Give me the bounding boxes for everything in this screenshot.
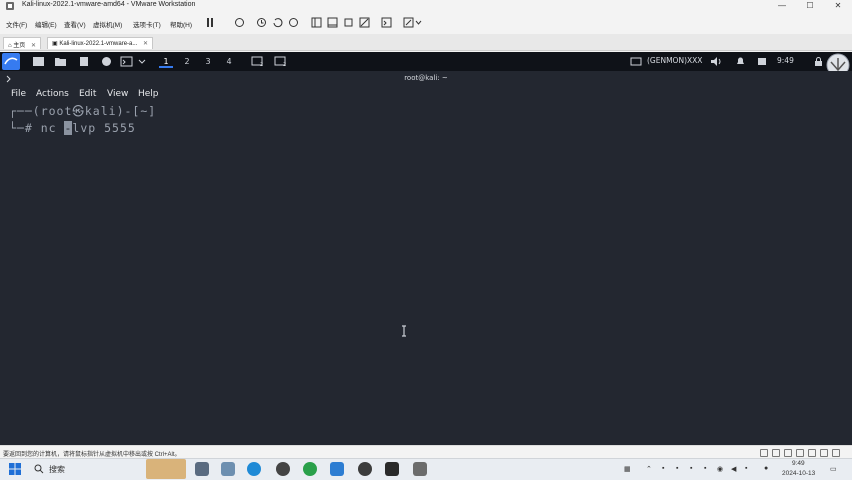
- windows-start-icon[interactable]: [9, 463, 21, 475]
- sound-icon[interactable]: [808, 449, 816, 457]
- text-editor-icon[interactable]: [78, 56, 91, 67]
- pause-icon[interactable]: [205, 17, 216, 28]
- revert-snapshot-icon[interactable]: [272, 17, 283, 28]
- send-keys-icon[interactable]: [234, 17, 245, 28]
- browser-icon[interactable]: [100, 56, 113, 67]
- vmware-tabstrip: ⌂ 主页 ✕ ▣ Kali-linux-2022.1-vmware-a... ✕: [0, 34, 852, 51]
- prompt-line-2: └─# nc -lvp 5555: [9, 121, 136, 135]
- prompt-symbol: └─#: [9, 121, 41, 135]
- taskbar-search[interactable]: 搜索: [49, 464, 65, 475]
- tab-home-label: 主页: [13, 43, 26, 49]
- tray-network-icon[interactable]: ◉: [717, 465, 723, 473]
- task-badge-b: 2: [283, 62, 287, 68]
- taskbar-app-icon[interactable]: [221, 462, 235, 476]
- chevron-down-icon[interactable]: [138, 56, 146, 67]
- menu-file[interactable]: 文件(F): [6, 19, 27, 29]
- maximize-button[interactable]: ☐: [797, 0, 823, 12]
- taskbar-decoration-image: [146, 459, 186, 479]
- workspace-4[interactable]: 4: [222, 56, 236, 68]
- terminal-launcher-icon[interactable]: [120, 56, 133, 67]
- tray-app-icon[interactable]: ▪: [704, 465, 706, 472]
- menu-tabs[interactable]: 选项卡(T): [133, 19, 161, 29]
- taskbar-app-icon[interactable]: [330, 462, 344, 476]
- taskbar-time[interactable]: 9:49: [792, 460, 805, 467]
- tab-kali-vm[interactable]: ▣ Kali-linux-2022.1-vmware-a... ✕: [47, 37, 154, 49]
- taskbar-app-icon[interactable]: [385, 462, 399, 476]
- terminal-icon[interactable]: [381, 17, 392, 28]
- minimize-button[interactable]: —: [769, 0, 795, 12]
- usb-icon[interactable]: [796, 449, 804, 457]
- taskbar-app-icon[interactable]: [358, 462, 372, 476]
- close-button[interactable]: ✕: [825, 0, 851, 12]
- printer-icon[interactable]: [820, 449, 828, 457]
- terminal-menu-help[interactable]: Help: [138, 89, 159, 99]
- menu-vm[interactable]: 虚拟机(M): [93, 19, 122, 29]
- window-title: Kali-linux-2022.1-vmware-amd64 - VMware …: [22, 1, 196, 8]
- panel-clock: 9:49: [777, 56, 794, 65]
- ibeam-cursor-icon: [402, 325, 406, 337]
- task-badge-a: 2: [260, 62, 264, 68]
- volume-icon[interactable]: [710, 56, 723, 67]
- search-icon[interactable]: [34, 464, 44, 474]
- tab-kali-label: Kali-linux-2022.1-vmware-a...: [59, 41, 138, 47]
- tray-app-icon[interactable]: ▪: [745, 465, 747, 472]
- workspace-2[interactable]: 2: [180, 56, 194, 68]
- tab-kali-close-icon[interactable]: ✕: [143, 41, 148, 47]
- tab-home[interactable]: ⌂ 主页 ✕: [3, 37, 42, 49]
- tray-app-icon[interactable]: ●: [764, 465, 768, 472]
- menu-help[interactable]: 帮助(H): [170, 19, 192, 29]
- vmware-menubar: 文件(F) 编辑(E) 查看(V) 虚拟机(M) 选项卡(T) 帮助(H): [0, 12, 852, 32]
- sidebar-toggle-icon[interactable]: [311, 17, 322, 28]
- unity-icon[interactable]: [359, 17, 370, 28]
- task-view-icon[interactable]: [195, 462, 209, 476]
- tray-app-icon[interactable]: ▪: [662, 465, 664, 472]
- genmon-label: (GENMON)XXX: [647, 56, 703, 65]
- terminal-menu-actions[interactable]: Actions: [36, 89, 69, 99]
- tray-app-icon[interactable]: ▪: [690, 465, 692, 472]
- fullscreen-icon[interactable]: [343, 17, 354, 28]
- power-manager-icon[interactable]: [756, 56, 769, 67]
- terminal-title: root@kali: ~: [404, 74, 448, 82]
- network-icon[interactable]: [784, 449, 792, 457]
- display-icon: [630, 57, 642, 66]
- kali-menu-icon[interactable]: [2, 53, 20, 70]
- taskbar-date[interactable]: 2024-10-13: [782, 470, 815, 477]
- show-desktop-icon[interactable]: [32, 56, 45, 67]
- workspace-3[interactable]: 3: [201, 56, 215, 68]
- cdrom-icon[interactable]: [772, 449, 780, 457]
- command-text: nc: [40, 121, 65, 135]
- tray-overflow-icon[interactable]: ⌃: [646, 465, 652, 473]
- terminal-menu-file[interactable]: File: [11, 89, 26, 99]
- menu-edit[interactable]: 编辑(E): [35, 19, 57, 29]
- stretch-icon[interactable]: [403, 17, 414, 28]
- vmware-statusbar: 要返回到您的计算机，请将鼠标指针从虚拟机中移出或按 Ctrl+Alt。: [0, 445, 852, 458]
- menu-view[interactable]: 查看(V): [64, 19, 86, 29]
- hdd-icon[interactable]: [760, 449, 768, 457]
- chevron-down-icon[interactable]: [415, 17, 422, 28]
- tab-home-close-icon[interactable]: ✕: [31, 43, 36, 49]
- file-manager-icon[interactable]: [54, 56, 67, 67]
- vmware-taskbar-icon[interactable]: [413, 462, 427, 476]
- status-message: 要返回到您的计算机，请将鼠标指针从虚拟机中移出或按 Ctrl+Alt。: [3, 452, 181, 458]
- lock-icon[interactable]: [812, 56, 825, 67]
- snapshot-manager-icon[interactable]: [288, 17, 299, 28]
- snapshot-icon[interactable]: [256, 17, 267, 28]
- notification-bell-icon[interactable]: [734, 56, 747, 67]
- tray-volume-icon[interactable]: ◀: [731, 465, 736, 473]
- command-text-rest: lvp 5555: [72, 121, 136, 135]
- workspace-1[interactable]: 1: [159, 56, 173, 68]
- tray-app-icon[interactable]: ▪: [676, 465, 678, 472]
- tray-app-icon[interactable]: ▦: [624, 465, 631, 473]
- vmware-app-icon: [6, 2, 14, 10]
- terminal-menu-edit[interactable]: Edit: [79, 89, 96, 99]
- taskbar-app-icon[interactable]: [303, 462, 317, 476]
- taskbar-app-icon[interactable]: [276, 462, 290, 476]
- edge-browser-icon[interactable]: [247, 462, 261, 476]
- window-titlebar: Kali-linux-2022.1-vmware-amd64 - VMware …: [0, 0, 852, 12]
- console-view-icon[interactable]: [327, 17, 338, 28]
- notification-center-icon[interactable]: ▭: [830, 465, 837, 473]
- terminal-menu-view[interactable]: View: [107, 89, 128, 99]
- display-settings-icon[interactable]: [832, 449, 840, 457]
- prompt-line-1: ┌──(root㉿kali)-[~]: [9, 104, 157, 118]
